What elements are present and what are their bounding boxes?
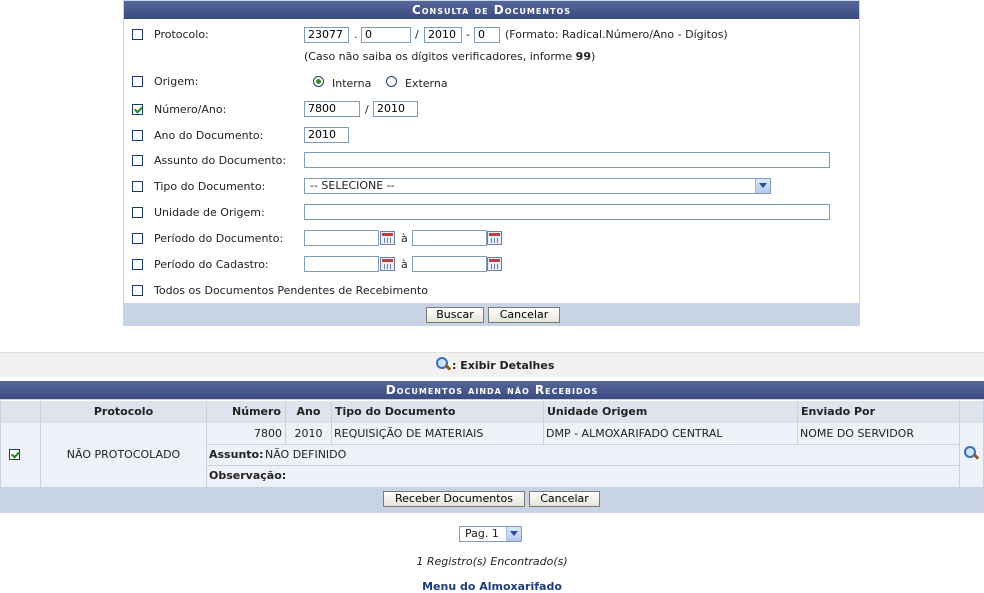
protocolo-note: (Caso não saiba os dígitos verificadores… — [304, 50, 596, 63]
header-protocolo: Protocolo — [41, 401, 207, 423]
header-tipo: Tipo do Documento — [332, 401, 544, 423]
row-ano: 2010 — [294, 427, 323, 440]
protocolo-label: Protocolo: — [154, 28, 209, 41]
tipo-documento-selected: -- SELECIONE -- — [310, 179, 395, 192]
results-button-bar: Receber Documentos Cancelar — [1, 488, 983, 512]
periodo-cadastro-label: Período do Cadastro: — [154, 258, 269, 271]
protocolo-digitos-input[interactable]: 0 — [474, 27, 500, 43]
origem-externa-radio[interactable] — [386, 76, 397, 87]
page-select[interactable]: Pag. 1 — [459, 526, 522, 542]
unidade-origem-input[interactable] — [304, 204, 830, 220]
calendar-icon[interactable] — [380, 257, 395, 271]
magnifier-icon — [436, 357, 452, 371]
periodo-cadastro-separator: à — [401, 258, 408, 271]
grid-line — [207, 465, 960, 466]
ano-documento-label: Ano do Documento: — [154, 129, 264, 142]
assunto-input[interactable] — [304, 152, 830, 168]
search-button[interactable]: Buscar — [426, 307, 484, 323]
ano-input[interactable]: 2010 — [373, 101, 418, 117]
calendar-icon[interactable] — [487, 257, 502, 271]
numero-ano-checkbox[interactable] — [132, 104, 143, 115]
chevron-down-icon[interactable] — [506, 527, 521, 541]
periodo-documento-end-input[interactable] — [412, 230, 487, 246]
pendentes-checkbox[interactable] — [132, 285, 143, 296]
grid-line — [207, 444, 960, 445]
origem-externa-label: Externa — [405, 77, 448, 90]
page-select-value: Pag. 1 — [465, 527, 499, 540]
receive-documents-button[interactable]: Receber Documentos — [383, 491, 525, 507]
protocolo-radical-input[interactable]: 23077 — [304, 27, 349, 43]
protocolo-numero-input[interactable]: 0 — [361, 27, 411, 43]
protocolo-ano-input[interactable]: 2010 — [424, 27, 462, 43]
results-title: Documentos ainda não Recebidos — [0, 381, 984, 399]
menu-link[interactable]: Menu do Almoxarifado — [0, 580, 984, 593]
form-title: Consulta de Documentos — [124, 1, 859, 19]
protocolo-format-hint: (Formato: Radical.Número/Ano - Dígitos) — [505, 28, 728, 41]
origem-label: Origem: — [154, 75, 199, 88]
calendar-icon[interactable] — [487, 231, 502, 245]
grid-line — [797, 423, 798, 444]
header-actions — [960, 401, 983, 423]
row-assunto-label: Assunto: — [209, 448, 264, 461]
unidade-origem-label: Unidade de Origem: — [154, 206, 265, 219]
numero-input[interactable]: 7800 — [304, 101, 360, 117]
origem-checkbox[interactable] — [132, 76, 143, 87]
grid-line — [959, 423, 960, 487]
assunto-label: Assunto do Documento: — [154, 154, 287, 167]
numero-ano-separator: / — [365, 103, 369, 116]
header-ano: Ano — [286, 401, 332, 423]
row-tipo: REQUISIÇÃO DE MATERIAIS — [334, 427, 484, 440]
header-select — [1, 401, 41, 423]
origem-interna-label: Interna — [332, 77, 372, 90]
pendentes-label: Todos os Documentos Pendentes de Recebim… — [154, 284, 428, 297]
numero-ano-label: Número/Ano: — [154, 103, 227, 116]
magnifier-icon[interactable] — [964, 446, 980, 460]
periodo-documento-separator: à — [401, 232, 408, 245]
cancel-button[interactable]: Cancelar — [488, 307, 560, 323]
legend-label: : Exibir Detalhes — [452, 359, 555, 372]
row-select-checkbox[interactable] — [9, 449, 20, 460]
assunto-checkbox[interactable] — [132, 155, 143, 166]
header-numero: Número — [207, 401, 286, 423]
calendar-icon[interactable] — [380, 231, 395, 245]
protocolo-slash-separator: / — [415, 28, 419, 41]
header-unidade: Unidade Origem — [544, 401, 798, 423]
header-enviado-por: Enviado Por — [798, 401, 960, 423]
periodo-cadastro-checkbox[interactable] — [132, 259, 143, 270]
periodo-documento-start-input[interactable] — [304, 230, 379, 246]
records-found: 1 Registro(s) Encontrado(s) — [416, 555, 568, 568]
row-protocolo: NÃO PROTOCOLADO — [66, 448, 181, 461]
periodo-cadastro-start-input[interactable] — [304, 256, 379, 272]
tipo-documento-label: Tipo do Documento: — [154, 180, 266, 193]
row-numero: 7800 — [254, 427, 282, 440]
grid-line — [331, 423, 332, 444]
search-form-panel: Consulta de Documentos Protocolo: 23077 … — [123, 0, 860, 326]
row-assunto-value: NÃO DEFINIDO — [265, 448, 347, 461]
form-button-bar: Buscar Cancelar — [124, 303, 859, 325]
protocolo-checkbox[interactable] — [132, 29, 143, 40]
row-enviado-por: NOME DO SERVIDOR — [800, 427, 914, 440]
tipo-documento-checkbox[interactable] — [132, 181, 143, 192]
protocolo-dot-separator: . — [354, 28, 358, 41]
row-observacao-label: Observação: — [209, 469, 287, 482]
periodo-cadastro-end-input[interactable] — [412, 256, 487, 272]
results-cancel-button[interactable]: Cancelar — [529, 491, 600, 507]
periodo-documento-checkbox[interactable] — [132, 233, 143, 244]
ano-documento-input[interactable]: 2010 — [304, 127, 349, 143]
ano-documento-checkbox[interactable] — [132, 130, 143, 141]
row-unidade: DMP - ALMOXARIFADO CENTRAL — [546, 427, 723, 440]
unidade-origem-checkbox[interactable] — [132, 207, 143, 218]
periodo-documento-label: Período do Documento: — [154, 232, 284, 245]
chevron-down-icon[interactable] — [755, 179, 770, 193]
protocolo-dash-separator: - — [466, 28, 470, 41]
grid-line — [543, 423, 544, 444]
tipo-documento-select[interactable]: -- SELECIONE -- — [304, 178, 771, 194]
origem-interna-radio[interactable] — [313, 76, 324, 87]
legend-bar: : Exibir Detalhes — [0, 352, 984, 377]
